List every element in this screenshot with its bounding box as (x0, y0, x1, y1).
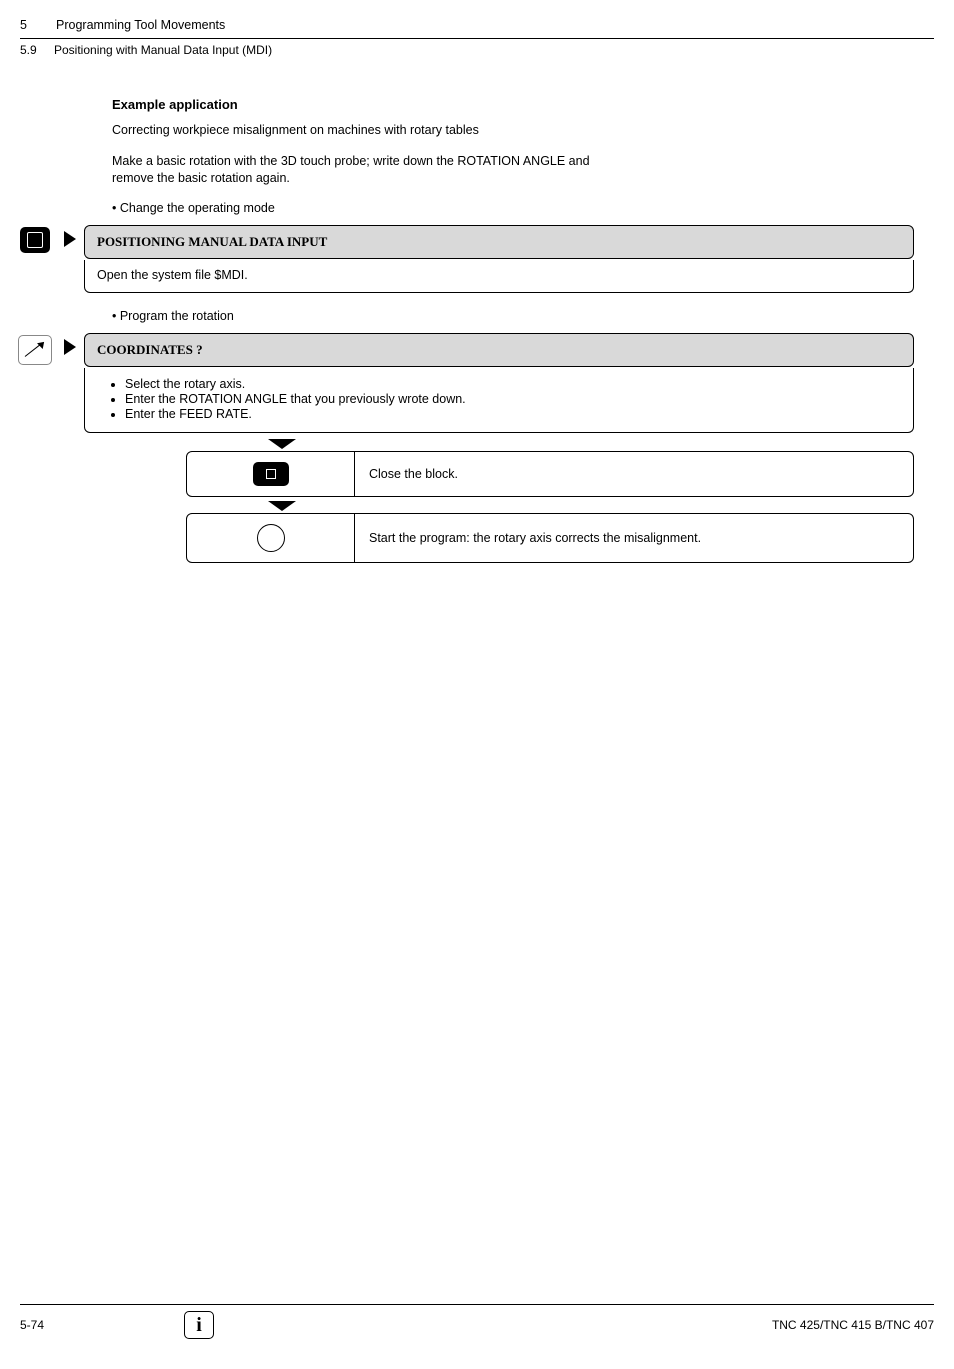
arrow-right-icon (56, 333, 84, 355)
step1-title-box: POSITIONING MANUAL DATA INPUT (84, 225, 914, 259)
step1-block: POSITIONING MANUAL DATA INPUT Open the s… (14, 225, 934, 293)
step2-title-box: COORDINATES ? (84, 333, 914, 367)
step2-item: Enter the ROTATION ANGLE that you previo… (125, 392, 901, 406)
step1-box-stack: POSITIONING MANUAL DATA INPUT Open the s… (84, 225, 914, 293)
section-number: 5.9 (20, 43, 42, 57)
page-footer: 5-74 i TNC 425/TNC 415 B/TNC 407 (20, 1304, 934, 1339)
example-heading: Example application (112, 97, 934, 112)
mdi-mode-icon (14, 225, 56, 253)
model-label: TNC 425/TNC 415 B/TNC 407 (772, 1318, 934, 1332)
step2-body-box: Select the rotary axis. Enter the ROTATI… (84, 368, 914, 433)
footer-left: 5-74 i (20, 1311, 214, 1339)
step2-block: COORDINATES ? Select the rotary axis. En… (14, 333, 934, 433)
arrow-right-icon (56, 225, 84, 247)
subrow-area: Close the block. Start the program: the … (186, 439, 914, 563)
step2-item: Select the rotary axis. (125, 377, 901, 391)
arrow-down-icon (268, 439, 296, 449)
page-header: 5 Programming Tool Movements (20, 18, 934, 32)
step2-bullet: • Program the rotation (112, 309, 934, 323)
section-header: 5.9 Positioning with Manual Data Input (… (20, 43, 934, 57)
start-button-icon (257, 524, 285, 552)
chapter-number: 5 (20, 18, 38, 32)
start-program-row: Start the program: the rotary axis corre… (186, 513, 914, 563)
step1-body-box: Open the system file $MDI. (84, 260, 914, 293)
arrow-down-icon (268, 501, 296, 511)
start-key-cell (187, 514, 355, 562)
chapter-title: Programming Tool Movements (56, 18, 225, 32)
step2-item: Enter the FEED RATE. (125, 407, 901, 421)
step2-box-stack: COORDINATES ? Select the rotary axis. En… (84, 333, 914, 433)
close-block-row: Close the block. (186, 451, 914, 497)
intro-para-2: Make a basic rotation with the 3D touch … (112, 153, 632, 187)
step2-list: Select the rotary axis. Enter the ROTATI… (125, 377, 901, 421)
info-icon: i (184, 1311, 214, 1339)
header-rule (20, 38, 934, 39)
chapter-row: 5 Programming Tool Movements (20, 18, 934, 32)
section-title: Positioning with Manual Data Input (MDI) (54, 43, 272, 57)
line-key-icon (14, 333, 56, 365)
intro-para-1: Correcting workpiece misalignment on mac… (112, 122, 934, 139)
page-number: 5-74 (20, 1318, 44, 1332)
end-key-cell (187, 452, 355, 496)
close-block-text: Close the block. (355, 452, 913, 496)
start-program-text: Start the program: the rotary axis corre… (355, 514, 913, 562)
main-content: Example application Correcting workpiece… (112, 97, 934, 563)
end-key-icon (253, 462, 289, 486)
section-row: 5.9 Positioning with Manual Data Input (… (20, 43, 934, 57)
step1-bullet: • Change the operating mode (112, 201, 934, 215)
